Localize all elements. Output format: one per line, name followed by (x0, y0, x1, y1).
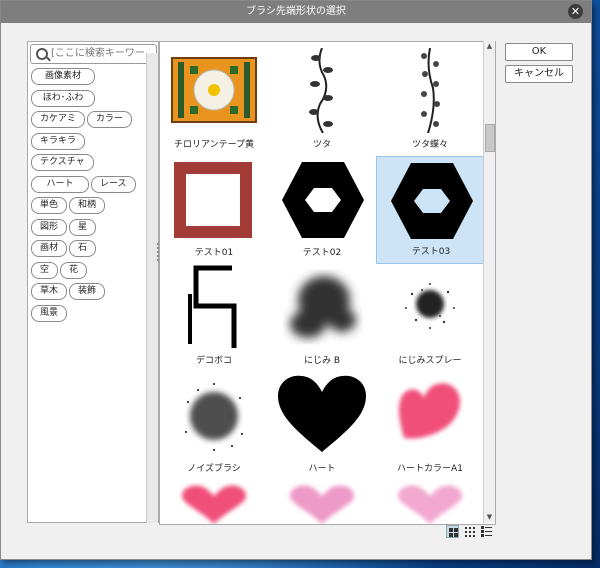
heart-pink-icon (182, 485, 246, 524)
noise-brush-icon (185, 383, 243, 451)
tag-flower[interactable]: 花 (60, 261, 88, 279)
brush-item[interactable]: チロリアンテープ黄 (160, 48, 268, 156)
tyrolean-tape-icon (171, 57, 257, 123)
tag-stone[interactable]: 石 (69, 240, 97, 257)
scroll-thumb[interactable] (485, 124, 495, 152)
tag-plants[interactable]: 草木 (31, 283, 68, 300)
close-button[interactable]: ✕ (568, 4, 583, 19)
heart-light-pink-icon (290, 485, 354, 524)
large-thumbnail-view-icon[interactable] (446, 525, 459, 538)
tag-star[interactable]: 星 (69, 218, 97, 236)
brush-label: テスト01 (194, 248, 234, 258)
tag-image-material[interactable]: 画像素材 (31, 68, 95, 85)
brush-label: にじみスプレー (398, 356, 462, 366)
title-bar: ブラシ先端形状の選択 ✕ (1, 1, 591, 23)
heart-icon (278, 375, 366, 452)
brush-label: チロリアンテープ黄 (173, 140, 255, 150)
dialog-title: ブラシ先端形状の選択 (246, 6, 346, 17)
brush-label: テスト02 (302, 248, 342, 258)
search-icon (36, 48, 48, 60)
ivy-butterfly-icon (421, 47, 440, 134)
tag-texture[interactable]: テクスチャ (31, 154, 94, 171)
tag-color[interactable]: カラー (86, 111, 132, 128)
heart-light-pink-icon (398, 485, 462, 524)
brush-item[interactable]: テスト02 (268, 156, 376, 264)
tag-solid-color[interactable]: 単色 (31, 197, 68, 214)
hexagon-nut-icon (282, 162, 364, 238)
close-icon: ✕ (570, 5, 581, 18)
brush-label: ハート (308, 464, 336, 474)
brush-label: ハートカラーA1 (397, 464, 463, 474)
tag-sparkle[interactable]: キラキラ (31, 132, 86, 150)
tag-kakeami[interactable]: カケアミ (31, 111, 85, 128)
list-view-icon[interactable] (480, 525, 493, 538)
brush-item[interactable]: デコボコ (160, 264, 268, 372)
tag-lace[interactable]: レース (91, 175, 136, 193)
brush-item[interactable]: ハートカラーA1 (376, 372, 484, 480)
hexagon-nut-icon (391, 163, 473, 239)
brush-label: ツタ (312, 140, 331, 150)
brush-item-selected[interactable]: テスト03 (376, 156, 484, 264)
brush-item[interactable]: ノイズブラシ (160, 372, 268, 480)
brush-label: ツタ蝶々 (411, 140, 448, 150)
search-box[interactable] (30, 44, 157, 64)
tag-sky[interactable]: 空 (31, 261, 59, 279)
tag-list: 画像素材 ほわ･ふわ カケアミ カラー キラキラ テクスチャ ハート レース 単色和… (31, 68, 155, 326)
ok-button[interactable]: OK (505, 43, 573, 61)
brush-item[interactable]: テスト01 (160, 156, 268, 264)
brush-grid: チロリアンテープ黄 ツタ ツタ蝶々 テスト01 テスト02 テスト03 デコボコ… (159, 41, 496, 525)
tag-landscape[interactable]: 風景 (31, 304, 68, 322)
tag-art-material[interactable]: 画材 (31, 240, 68, 257)
blur-spray-icon (405, 283, 455, 329)
scroll-down-icon[interactable]: ▼ (484, 512, 495, 523)
heart-pink-icon (398, 383, 461, 439)
square-frame-icon (174, 162, 252, 238)
cancel-button[interactable]: キャンセル (505, 65, 573, 83)
brush-item-partial[interactable] (268, 480, 376, 524)
brush-label: テスト03 (411, 247, 451, 257)
small-thumbnail-view-icon[interactable] (463, 525, 476, 538)
brush-item[interactable]: ツタ蝶々 (376, 47, 484, 156)
scroll-up-icon[interactable]: ▲ (484, 41, 495, 52)
brush-label: にじみ B (303, 356, 341, 366)
brush-item-partial[interactable] (376, 480, 484, 524)
brush-item[interactable]: ハート (268, 372, 376, 480)
tag-decoration[interactable]: 装飾 (69, 283, 106, 300)
brush-grid-scrollbar[interactable]: ▲ ▼ (483, 41, 495, 523)
brush-item[interactable]: にじみスプレー (376, 264, 484, 372)
brush-item[interactable]: ツタ (268, 47, 376, 156)
brush-label: デコボコ (195, 356, 232, 366)
blur-blob-icon (290, 276, 356, 338)
tag-heart[interactable]: ハート (31, 175, 89, 193)
brush-item-partial[interactable] (160, 480, 268, 524)
brush-label: ノイズブラシ (187, 464, 241, 474)
brush-tip-dialog: ブラシ先端形状の選択 ✕ 画像素材 ほわ･ふわ カケアミカラー キラキラ テクス… (0, 0, 592, 560)
tag-panel: 画像素材 ほわ･ふわ カケアミカラー キラキラ テクスチャ ハートレース 単色和… (27, 41, 159, 523)
search-input[interactable] (51, 46, 151, 60)
tag-japanese-pattern[interactable]: 和柄 (69, 197, 106, 214)
tag-fluffy[interactable]: ほわ･ふわ (31, 89, 95, 107)
ivy-vine-icon (309, 47, 333, 134)
tag-shape[interactable]: 図形 (31, 218, 68, 236)
bumpy-line-icon (188, 265, 237, 348)
brush-item[interactable]: にじみ B (268, 264, 376, 372)
